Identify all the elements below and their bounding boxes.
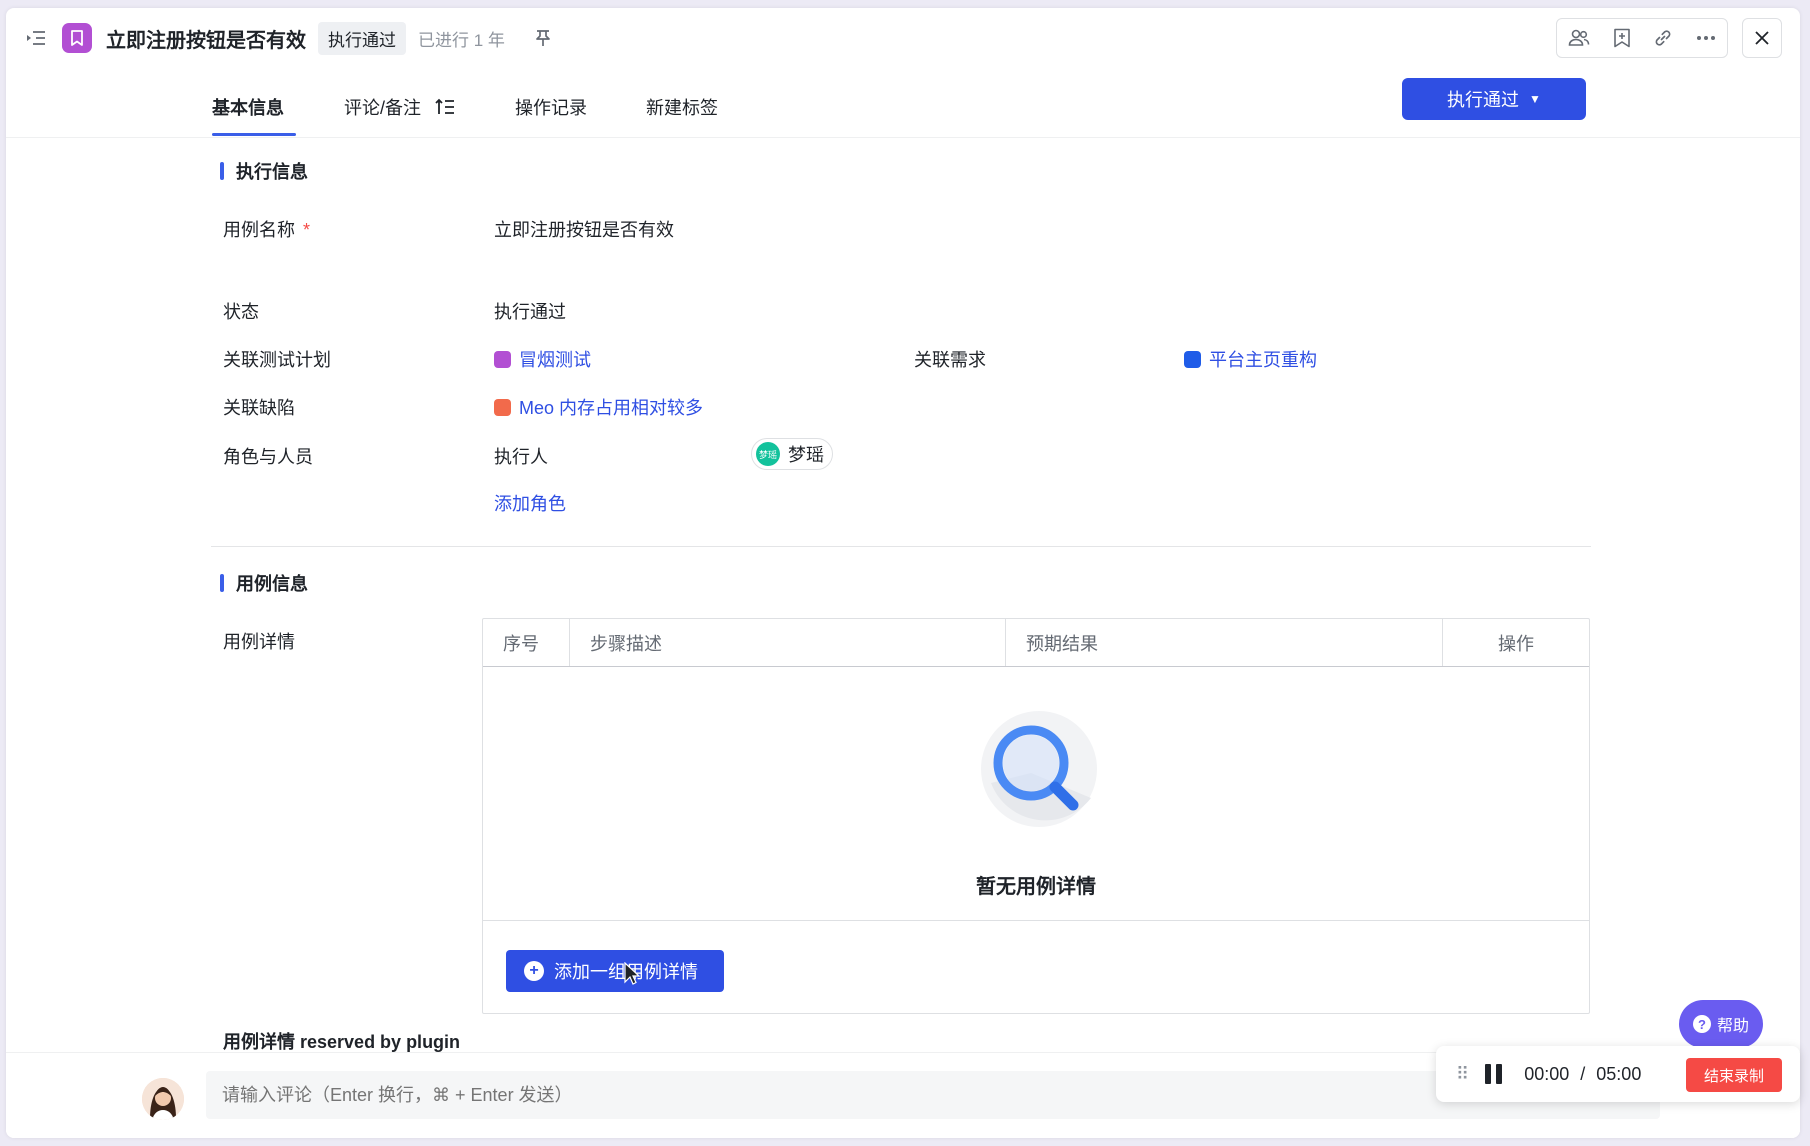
test-plan-label: 关联测试计划 [223, 350, 331, 370]
section-divider [211, 546, 1591, 547]
executor-role-label: 执行人 [494, 447, 548, 467]
record-time-separator: / [1580, 1063, 1586, 1084]
column-header-expected: 预期结果 [1006, 619, 1443, 666]
executor-user-chip[interactable]: 梦瑶 梦瑶 [751, 438, 833, 470]
requirement-square-icon [1184, 350, 1201, 368]
pin-icon[interactable] [535, 29, 551, 47]
required-mark: * [303, 220, 311, 240]
help-icon: ? [1692, 1015, 1711, 1033]
record-timer: 00:00 / 05:00 [1524, 1064, 1641, 1085]
collapse-sidebar-icon[interactable] [22, 24, 50, 52]
elapsed-time: 已进行 1 年 [418, 30, 505, 50]
drag-handle-icon[interactable]: ⠿ [1456, 1064, 1469, 1085]
status-value[interactable]: 执行通过 [494, 298, 566, 324]
avatar [142, 1078, 184, 1120]
bookmark-add-icon[interactable] [1613, 28, 1631, 48]
header: 立即注册按钮是否有效 执行通过 已进行 1 年 [6, 8, 1800, 68]
help-label: 帮助 [1716, 1018, 1749, 1035]
defect-label: 关联缺陷 [223, 398, 295, 418]
header-action-group [1556, 18, 1728, 58]
avatar: 梦瑶 [756, 442, 780, 466]
testcase-type-icon [62, 23, 92, 53]
pause-icon[interactable] [1485, 1064, 1503, 1084]
case-name-label-text: 用例名称 [223, 220, 295, 240]
record-current-time: 00:00 [1524, 1063, 1570, 1084]
tab-basic-info[interactable]: 基本信息 [212, 94, 284, 120]
members-icon[interactable] [1568, 28, 1590, 48]
active-tab-indicator [212, 133, 296, 136]
requirement-label: 关联需求 [914, 350, 986, 370]
plus-icon: + [524, 961, 544, 981]
section-title-exec-info: 执行信息 [220, 158, 308, 184]
mouse-cursor-icon [624, 961, 641, 991]
execute-status-label: 执行通过 [1447, 90, 1520, 110]
detail-panel: 立即注册按钮是否有效 执行通过 已进行 1 年 基本信息 评论/备注 操作记录 … [6, 8, 1800, 1138]
link-icon[interactable] [1653, 28, 1673, 48]
plugin-reserved-label: 用例详情 reserved by plugin [223, 1032, 461, 1052]
caret-down-icon: ▼ [1529, 92, 1541, 106]
case-name-label: 用例名称 * [223, 216, 310, 242]
column-header-step: 步骤描述 [570, 619, 1006, 666]
status-badge[interactable]: 执行通过 [318, 21, 406, 55]
column-header-index: 序号 [483, 619, 570, 666]
empty-state-text: 暂无用例详情 [976, 876, 1096, 898]
screen-recorder-widget: ⠿ 00:00 / 05:00 结束录制 [1436, 1046, 1800, 1102]
executor-name: 梦瑶 [788, 445, 824, 465]
defect-square-icon [494, 398, 511, 416]
page-title: 立即注册按钮是否有效 [106, 29, 306, 52]
defect-link[interactable]: Meo 内存占用相对较多 [494, 394, 703, 420]
add-case-details-button[interactable]: + 添加一组用例详情 [506, 950, 724, 992]
sort-icon[interactable] [435, 98, 455, 116]
search-empty-icon [971, 703, 1101, 838]
more-icon[interactable] [1696, 35, 1716, 41]
column-header-actions: 操作 [1498, 633, 1534, 654]
status-label: 状态 [223, 302, 259, 322]
roles-label: 角色与人员 [223, 447, 313, 467]
help-button[interactable]: ? 帮助 [1679, 1000, 1763, 1048]
add-role-link[interactable]: 添加角色 [494, 490, 566, 516]
case-details-label: 用例详情 [223, 632, 295, 652]
record-total-time: 05:00 [1596, 1063, 1642, 1084]
plan-square-icon [494, 350, 511, 368]
table-header: 序号 步骤描述 预期结果 操作 [483, 619, 1589, 667]
close-icon[interactable] [1742, 18, 1782, 58]
test-plan-link[interactable]: 冒烟测试 [494, 346, 591, 372]
header-left: 立即注册按钮是否有效 执行通过 已进行 1 年 [22, 21, 551, 55]
defect-value: Meo 内存占用相对较多 [519, 398, 704, 418]
tab-operation-log[interactable]: 操作记录 [515, 94, 587, 120]
test-plan-value: 冒烟测试 [519, 350, 591, 370]
requirement-link[interactable]: 平台主页重构 [1184, 346, 1317, 372]
execute-status-button[interactable]: 执行通过 ▼ [1402, 78, 1586, 120]
section-title-case-info: 用例信息 [220, 570, 308, 596]
requirement-value: 平台主页重构 [1209, 350, 1317, 370]
tab-comments[interactable]: 评论/备注 [344, 94, 455, 120]
tab-new-tag[interactable]: 新建标签 [646, 94, 718, 120]
case-name-value[interactable]: 立即注册按钮是否有效 [494, 216, 674, 242]
stop-recording-button[interactable]: 结束录制 [1686, 1058, 1782, 1092]
tab-comments-label: 评论/备注 [344, 98, 422, 118]
